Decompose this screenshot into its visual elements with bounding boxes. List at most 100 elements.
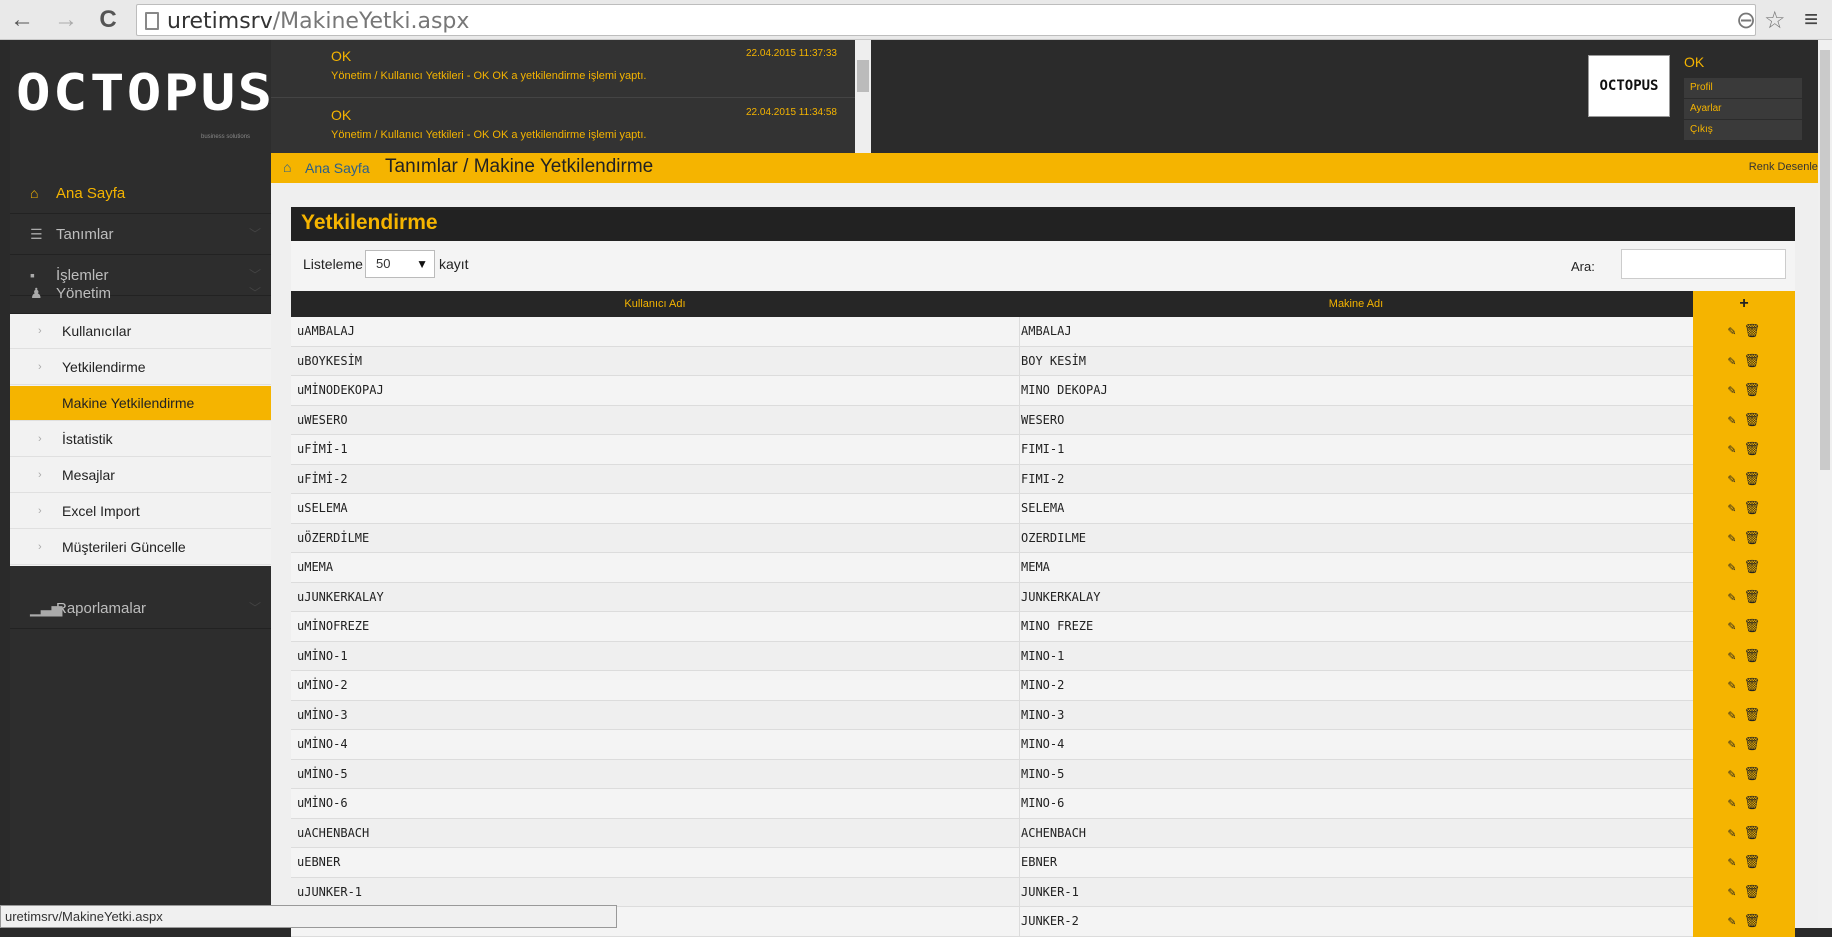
trash-icon[interactable]: 🗑	[1744, 678, 1761, 693]
color-themes-link[interactable]: Renk Desenleri	[1749, 161, 1824, 173]
edit-icon[interactable]: ✎	[1728, 560, 1736, 575]
chevron-right-icon: ›	[38, 433, 42, 445]
breadcrumb: ⌂ Ana Sayfa Tanımlar / Makine Yetkilendi…	[271, 153, 1832, 183]
column-header-machine[interactable]: Makine Adı	[1019, 291, 1693, 317]
user-name-cell: uEBNER	[297, 855, 341, 869]
edit-icon[interactable]: ✎	[1728, 501, 1736, 516]
logout-link[interactable]: Çıkış	[1684, 120, 1802, 140]
edit-icon[interactable]: ✎	[1728, 472, 1736, 487]
submenu-item-users[interactable]: › Kullanıcılar	[10, 314, 271, 349]
edit-icon[interactable]: ✎	[1728, 737, 1736, 752]
column-header-user[interactable]: Kullanıcı Adı	[291, 291, 1019, 317]
address-bar[interactable]: uretimsrv/MakineYetki.aspx	[136, 4, 1756, 36]
row-actions: ✎ 🗑	[1693, 641, 1795, 671]
trash-icon[interactable]: 🗑	[1744, 826, 1761, 841]
submenu-item-update-customers[interactable]: › Müşterileri Güncelle	[10, 530, 271, 565]
submenu-item-statistics[interactable]: › İstatistik	[10, 422, 271, 457]
edit-icon[interactable]: ✎	[1728, 855, 1736, 870]
page-size-select[interactable]: 50 ▼	[365, 250, 435, 278]
column-divider	[1019, 818, 1020, 847]
edit-icon[interactable]: ✎	[1728, 885, 1736, 900]
submenu-item-machine-authorization[interactable]: Makine Yetkilendirme	[10, 386, 271, 421]
home-icon[interactable]: ⌂	[283, 159, 291, 175]
chevron-right-icon: ›	[38, 469, 42, 481]
trash-icon[interactable]: 🗑	[1744, 413, 1761, 428]
browser-toolbar: ← → C uretimsrv/MakineYetki.aspx ⊖ ☆ ≡	[0, 0, 1832, 40]
user-name-cell: uJUNKERKALAY	[297, 589, 384, 604]
notifications-scrollbar[interactable]	[855, 40, 871, 153]
notification-time: 22.04.2015 11:37:33	[745, 48, 837, 59]
trash-icon[interactable]: 🗑	[1744, 796, 1761, 811]
trash-icon[interactable]: 🗑	[1744, 885, 1761, 900]
edit-icon[interactable]: ✎	[1728, 767, 1736, 782]
edit-icon[interactable]: ✎	[1728, 413, 1736, 428]
trash-icon[interactable]: 🗑	[1744, 531, 1761, 546]
trash-icon[interactable]: 🗑	[1744, 383, 1761, 398]
breadcrumb-home-link[interactable]: Ana Sayfa	[305, 160, 370, 176]
machine-name-cell: MINO-3	[1021, 707, 1065, 722]
submenu-item-authorization[interactable]: › Yetkilendirme	[10, 350, 271, 385]
edit-icon[interactable]: ✎	[1728, 442, 1736, 457]
trash-icon[interactable]: 🗑	[1744, 442, 1761, 457]
sidebar-item-definitions[interactable]: ☰ Tanımlar ﹀	[10, 214, 271, 255]
column-divider	[1019, 671, 1020, 700]
home-icon: ⌂	[30, 185, 39, 201]
edit-icon[interactable]: ✎	[1728, 531, 1736, 546]
back-button[interactable]: ←	[8, 6, 36, 34]
edit-icon[interactable]: ✎	[1728, 383, 1736, 398]
row-actions: ✎ 🗑	[1693, 759, 1795, 789]
sidebar-item-management[interactable]: ♟ Yönetim ﹀	[10, 273, 271, 314]
chevron-down-icon: ﹀	[248, 286, 261, 300]
search-input[interactable]	[1621, 249, 1786, 279]
settings-link[interactable]: Ayarlar	[1684, 99, 1802, 119]
trash-icon[interactable]: 🗑	[1744, 560, 1761, 575]
add-button[interactable]: +	[1693, 291, 1795, 317]
chevron-right-icon: ›	[38, 361, 42, 373]
notification-item[interactable]: OK 22.04.2015 11:34:58 Yönetim / Kullanı…	[271, 99, 861, 157]
trash-icon[interactable]: 🗑	[1744, 855, 1761, 870]
trash-icon[interactable]: 🗑	[1744, 708, 1761, 723]
notification-item[interactable]: OK 22.04.2015 11:37:33 Yönetim / Kullanı…	[271, 40, 861, 98]
edit-icon[interactable]: ✎	[1728, 324, 1736, 339]
page-scrollbar[interactable]	[1818, 40, 1832, 928]
trash-icon[interactable]: 🗑	[1744, 619, 1761, 634]
edit-icon[interactable]: ✎	[1728, 914, 1736, 929]
sidebar-item-home[interactable]: ⌂ Ana Sayfa	[10, 173, 271, 214]
edit-icon[interactable]: ✎	[1728, 354, 1736, 369]
trash-icon[interactable]: 🗑	[1744, 767, 1761, 782]
machine-name-cell: EBNER	[1021, 855, 1058, 869]
browser-menu-icon[interactable]: ≡	[1804, 6, 1818, 34]
submenu-item-excel-import[interactable]: › Excel Import	[10, 494, 271, 529]
sidebar-item-reports[interactable]: ▁▃▅ Raporlamalar ﹀	[10, 588, 271, 629]
trash-icon[interactable]: 🗑	[1744, 914, 1761, 929]
submenu-item-messages[interactable]: › Mesajlar	[10, 458, 271, 493]
edit-icon[interactable]: ✎	[1728, 708, 1736, 723]
table-row: uEBNER EBNER ✎ 🗑	[291, 848, 1795, 878]
reload-button[interactable]: C	[94, 6, 122, 34]
trash-icon[interactable]: 🗑	[1744, 472, 1761, 487]
edit-icon[interactable]: ✎	[1728, 649, 1736, 664]
trash-icon[interactable]: 🗑	[1744, 324, 1761, 339]
scrollbar-thumb[interactable]	[1820, 50, 1830, 470]
column-divider	[1019, 730, 1020, 759]
edit-icon[interactable]: ✎	[1728, 826, 1736, 841]
zoom-icon[interactable]: ⊖	[1736, 6, 1756, 35]
column-divider	[1019, 435, 1020, 464]
profile-link[interactable]: Profil	[1684, 78, 1802, 98]
edit-icon[interactable]: ✎	[1728, 590, 1736, 605]
bookmark-star-icon[interactable]: ☆	[1764, 6, 1786, 35]
trash-icon[interactable]: 🗑	[1744, 354, 1761, 369]
bar-chart-icon: ▁▃▅	[30, 600, 63, 616]
edit-icon[interactable]: ✎	[1728, 619, 1736, 634]
logo[interactable]: OCTOPUS business solutions	[16, 64, 272, 154]
trash-icon[interactable]: 🗑	[1744, 737, 1761, 752]
edit-icon[interactable]: ✎	[1728, 678, 1736, 693]
trash-icon[interactable]: 🗑	[1744, 590, 1761, 605]
forward-button[interactable]: →	[52, 6, 80, 34]
profile-avatar[interactable]: OCTOPUS	[1588, 55, 1670, 117]
trash-icon[interactable]: 🗑	[1744, 649, 1761, 664]
trash-icon[interactable]: 🗑	[1744, 501, 1761, 516]
scrollbar-thumb[interactable]	[857, 60, 869, 92]
edit-icon[interactable]: ✎	[1728, 796, 1736, 811]
table-row: uJUNKERKALAY JUNKERKALAY ✎ 🗑	[291, 582, 1795, 612]
